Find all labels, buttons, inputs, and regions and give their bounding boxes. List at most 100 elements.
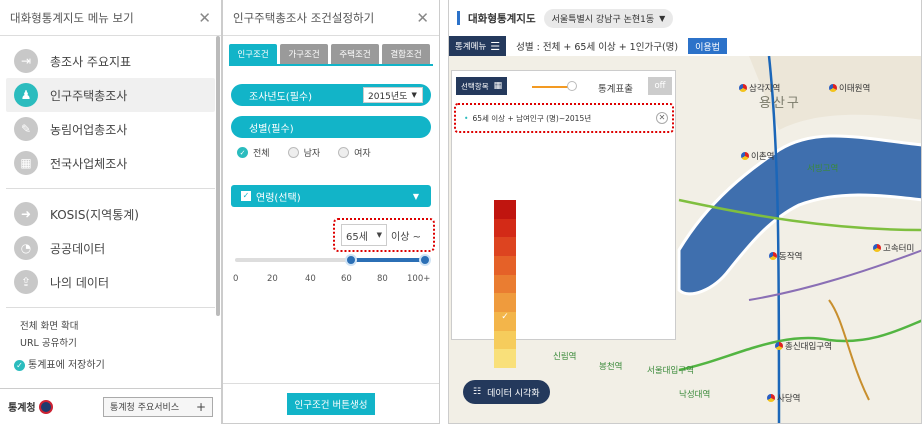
radio-all[interactable]: ✓ 전체 (237, 146, 270, 159)
station-label[interactable]: 삼각지역 (739, 82, 780, 94)
radio-female[interactable]: 여자 (338, 146, 371, 159)
menu-item-agri-census[interactable]: ✎ 농림어업총조사 (6, 112, 215, 146)
station-label[interactable]: 고속터미 (873, 242, 914, 254)
age-value: 65세 (346, 231, 368, 243)
legend-swatch[interactable] (494, 330, 516, 350)
station-label[interactable]: 신림역 (553, 350, 576, 362)
select-items-button[interactable]: 선택항목 ▦ (456, 77, 508, 95)
checkbox-icon[interactable]: ✓ (241, 191, 251, 201)
age-select[interactable]: 65세 ▼ (341, 224, 387, 246)
url-share-link[interactable]: URL 공유하기 (20, 335, 78, 352)
close-icon[interactable]: ✕ (416, 9, 429, 27)
age-row[interactable]: ✓ 연령(선택) ▼ (231, 185, 431, 207)
menu-item-business-census[interactable]: ▦ 전국사업체조사 (6, 146, 215, 180)
station-label[interactable]: 봉천역 (599, 360, 622, 372)
tick-label: 20 (267, 274, 278, 284)
legend-swatch[interactable] (494, 237, 516, 257)
services-label: 통계청 주요서비스 (110, 403, 180, 413)
divider (6, 188, 215, 189)
radio-label: 남자 (303, 149, 321, 159)
tab-household[interactable]: 가구조건 (280, 44, 328, 64)
tick-label: 0 (233, 274, 239, 284)
station-label[interactable]: 사당역 (767, 392, 800, 404)
map-toolbar: 통계메뉴 ☰ 성별 : 전체 + 65세 이상 + 1인가구(명) 이용법 (449, 36, 921, 56)
legend-swatch[interactable] (494, 349, 516, 369)
station-name: 총신대입구역 (785, 342, 832, 352)
visualization-label: 데이터 시각화 (487, 388, 540, 399)
remove-icon[interactable]: ✕ (656, 112, 668, 124)
legend-swatch[interactable] (494, 218, 516, 238)
legend-swatch[interactable]: ✓ (494, 312, 516, 331)
selection-panel: 선택항목 ▦ 통계표출 off • 65세 이상 + 남여인구 (명)~2015년… (451, 70, 676, 340)
station-name: 봉천역 (599, 362, 623, 372)
legend-swatch[interactable] (494, 274, 516, 294)
condition-tabs: 인구조건 가구조건 주택조건 결합조건 (223, 36, 439, 64)
opacity-handle[interactable] (567, 81, 577, 91)
tab-population[interactable]: 인구조건 (229, 44, 277, 64)
selected-item[interactable]: • 65세 이상 + 남여인구 (명)~2015년 ✕ (454, 103, 674, 133)
tick-label: 60 (341, 274, 352, 284)
crop-icon: ✎ (14, 117, 38, 141)
services-button[interactable]: 통계청 주요서비스 + (103, 396, 213, 417)
map-title: 대화형통계지도 (468, 12, 536, 25)
radio-circle-icon (338, 147, 350, 158)
menu-item-population-census[interactable]: ♟ 인구주택총조사 (6, 78, 215, 112)
menu-label: 공공데이터 (50, 241, 106, 256)
map-header: 대화형통계지도 서울특별시 강남구 논현1동 ▼ (449, 0, 921, 36)
menu-item-my-data[interactable]: ⇪ 나의 데이터 (6, 265, 215, 299)
opacity-slider[interactable] (532, 86, 572, 88)
menu-item-census-indicators[interactable]: ⇥ 총조사 주요지표 (6, 44, 215, 78)
legend-swatch[interactable] (494, 293, 516, 313)
save-stat-link[interactable]: ✓ 통계표에 저장하기 (14, 356, 105, 371)
stat-display-toggle[interactable]: off (648, 77, 672, 95)
station-label[interactable]: 이태원역 (829, 82, 870, 94)
logo-text: 통계청 (8, 403, 36, 414)
arrow-icon: ➜ (14, 202, 38, 226)
fullscreen-link[interactable]: 전체 화면 확대 (20, 318, 78, 335)
station-name: 서울대입구역 (647, 366, 694, 376)
radio-male[interactable]: 남자 (287, 146, 321, 159)
menu-scrollbar[interactable] (216, 36, 220, 316)
stat-menu-button[interactable]: 통계메뉴 ☰ (449, 36, 507, 56)
tab-underline (229, 64, 433, 66)
region-select[interactable]: 서울특별시 강남구 논현1동 ▼ (543, 8, 674, 28)
plus-icon: + (195, 399, 206, 414)
close-icon[interactable]: ✕ (198, 9, 211, 27)
color-legend: ✓ (494, 200, 516, 369)
logo-mark-icon (38, 399, 53, 414)
menu-item-kosis[interactable]: ➜ KOSIS(지역통계) (6, 197, 215, 231)
age-suffix: 이상 ~ (391, 231, 421, 243)
data-visualization-button[interactable]: ☷ 데이터 시각화 (463, 380, 550, 404)
radio-label: 여자 (354, 149, 371, 159)
station-label[interactable]: 총신대입구역 (775, 340, 832, 352)
station-label[interactable]: 서울대입구역 (647, 364, 694, 376)
how-to-use-button[interactable]: 이용법 (688, 38, 727, 54)
legend-swatch[interactable] (494, 200, 516, 219)
menu-list-2: ➜ KOSIS(지역통계) ◔ 공공데이터 ⇪ 나의 데이터 (0, 197, 221, 299)
year-select[interactable]: 2015년도 ▼ (363, 87, 423, 103)
divider (6, 307, 215, 308)
legend-swatch[interactable] (494, 256, 516, 275)
station-label[interactable]: 낙성대역 (679, 388, 710, 400)
station-label[interactable]: 이촌역 (741, 150, 774, 162)
radio-circle-icon (287, 147, 299, 158)
slider-range (351, 258, 427, 262)
stat-menu-label: 통계메뉴 (455, 42, 487, 52)
tab-combined[interactable]: 결합조건 (382, 44, 430, 64)
gender-row: 성별(필수) (231, 116, 431, 138)
gender-radios: ✓ 전체 남자 여자 (223, 138, 439, 159)
left-menu-header: 대화형통계지도 메뉴 보기 ✕ (0, 0, 221, 36)
station-name: 사당역 (777, 394, 801, 404)
station-icon (741, 152, 749, 160)
tab-housing[interactable]: 주택조건 (331, 44, 379, 64)
generate-button[interactable]: 인구조건 버튼생성 (286, 392, 376, 415)
building-icon: ▦ (14, 151, 38, 175)
age-slider[interactable] (235, 254, 431, 266)
station-label[interactable]: 서빙고역 (807, 162, 838, 174)
chevron-down-icon: ▼ (412, 191, 419, 201)
station-label[interactable]: 동작역 (769, 250, 802, 262)
slider-min-handle[interactable] (345, 254, 357, 266)
menu-item-public-data[interactable]: ◔ 공공데이터 (6, 231, 215, 265)
slider-max-handle[interactable] (419, 254, 431, 266)
chevron-down-icon: ▼ (659, 13, 666, 23)
